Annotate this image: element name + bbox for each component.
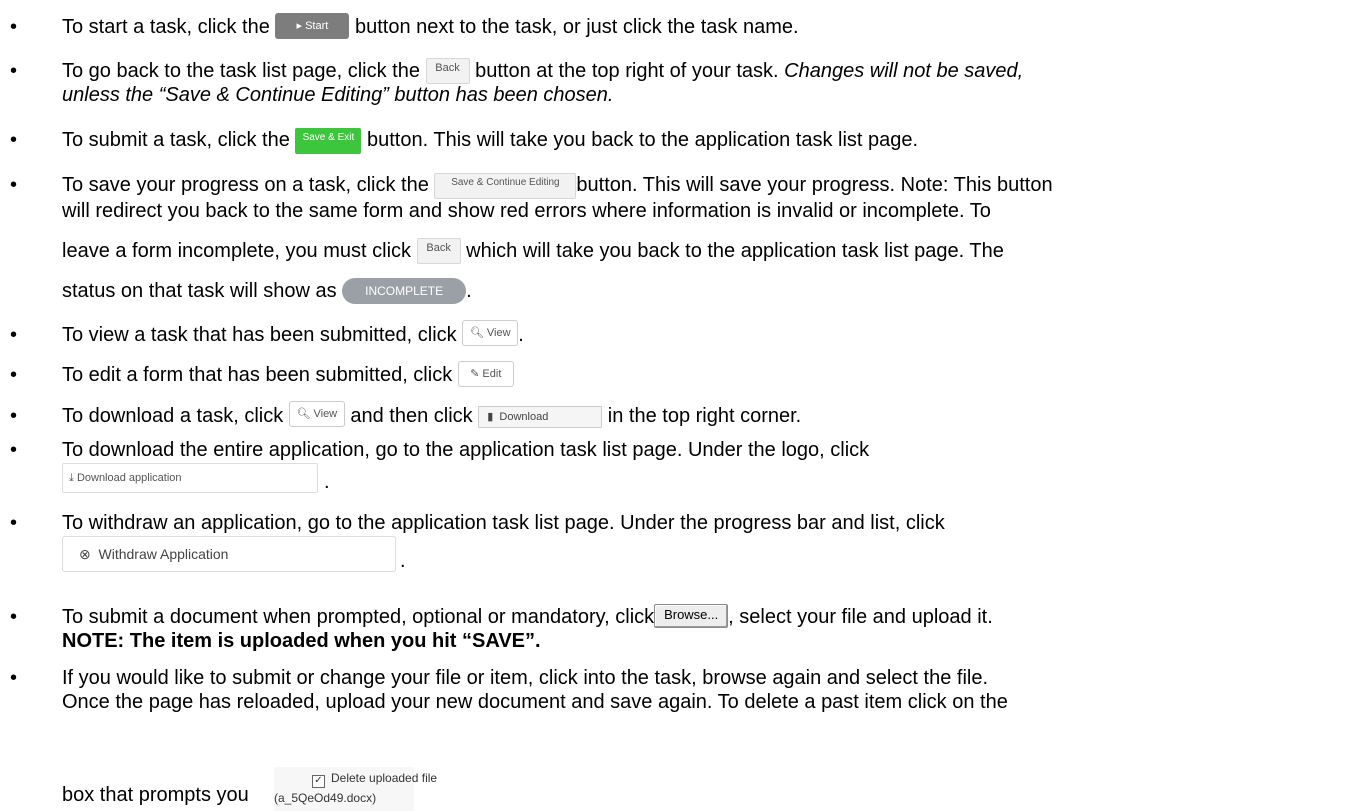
item-text: button. This will save your progress. No… [576, 174, 1053, 196]
bullet: • [10, 439, 18, 461]
back-button[interactable]: Back [425, 58, 470, 84]
back-button[interactable]: Back [416, 238, 461, 264]
delete-file-label: Delete uploaded file [331, 771, 438, 785]
browse-button[interactable]: Browse... [654, 604, 729, 628]
item-text: To go back to the task list page, click … [62, 60, 420, 82]
item-text: . [400, 550, 406, 572]
edit-button-label: Edit [482, 368, 502, 380]
item-text: To download a task, click [62, 405, 284, 427]
checkbox-icon[interactable]: ✓ [312, 775, 325, 788]
withdraw-application-label: Withdraw Application [98, 546, 229, 562]
view-button[interactable]: 🔍︎ View [288, 401, 345, 427]
item-text: in the top right corner. [607, 405, 802, 427]
item-text: button. This will take you back to the a… [367, 129, 919, 151]
view-button[interactable]: 🔍︎ View [462, 320, 519, 346]
item-text: To edit a form that has been submitted, … [62, 364, 453, 386]
item-text: If you would like to submit or change yo… [62, 667, 989, 689]
withdraw-application-button[interactable]: ⊗ Withdraw Application [62, 536, 396, 572]
delete-uploaded-file-checkbox[interactable]: ✓ Delete uploaded file (a_5QeOd49.docx) [274, 767, 437, 811]
item-text: status on that task will show as [62, 280, 337, 302]
download-button[interactable]: ▮ Download [478, 406, 603, 428]
item-text: and then click [350, 405, 473, 427]
item-text: . [466, 280, 472, 302]
item-text: leave a form incomplete, you must click [62, 240, 412, 262]
view-button-label: View [486, 327, 511, 339]
circle-x-icon: ⊗ [79, 546, 91, 562]
item-text: button at the top right of your task. [475, 60, 779, 82]
item-text: To submit a task, click the [62, 129, 290, 151]
start-button[interactable]: ▸ Start [275, 13, 350, 39]
bullet: • [10, 324, 18, 346]
view-button-label: View [313, 408, 338, 420]
bullet: • [10, 405, 18, 427]
save-continue-button[interactable]: Save & Continue Editing [434, 173, 577, 199]
bullet: • [10, 174, 18, 196]
pencil-icon: ✎ [470, 368, 480, 380]
download-application-button[interactable]: ⤓ Download application [62, 463, 318, 493]
delete-file-name: (a_5QeOd49.docx) [274, 791, 377, 805]
bullet: • [10, 667, 18, 689]
incomplete-badge: INCOMPLETE [342, 278, 467, 304]
bullet: • [10, 512, 18, 534]
bullet: • [10, 16, 18, 38]
item-text: . [518, 324, 524, 346]
save-exit-button[interactable]: Save & Exit [295, 128, 362, 154]
item-text: To start a task, click the [62, 16, 270, 38]
download-button-label: Download [499, 411, 549, 423]
item-italic-text: Changes will not be saved, [784, 60, 1024, 82]
item-text: To submit a document when prompted, opti… [62, 606, 655, 628]
item-text: will redirect you back to the same form … [62, 200, 991, 222]
document-search-icon: 🔍︎ [469, 327, 484, 339]
item-bold-note: NOTE: The item is uploaded when you hit … [62, 630, 541, 652]
bullet: • [10, 364, 18, 386]
item-text: To withdraw an application, go to the ap… [62, 512, 945, 534]
bullet: • [10, 606, 18, 628]
item-text: button next to the task, or just click t… [354, 16, 799, 38]
bullet: • [10, 129, 18, 151]
item-text: , select your file and upload it. [728, 606, 993, 628]
bullet: • [10, 60, 18, 82]
file-icon: ▮ [487, 411, 494, 423]
item-text: To download the entire application, go t… [62, 439, 870, 461]
item-text: To view a task that has been submitted, … [62, 324, 457, 346]
download-arrow-icon: ⤓ [69, 472, 74, 484]
edit-button[interactable]: ✎ Edit [457, 361, 514, 387]
item-text: box that prompts you [62, 784, 249, 806]
document-search-icon: 🔍︎ [296, 408, 311, 420]
item-text: . [324, 471, 330, 493]
item-italic-text: unless the “Save & Continue Editing” but… [62, 84, 614, 106]
item-text: Once the page has reloaded, upload your … [62, 691, 1008, 713]
download-application-label: Download application [76, 472, 182, 484]
item-text: which will take you back to the applicat… [466, 240, 1004, 262]
item-text: To save your progress on a task, click t… [62, 174, 429, 196]
